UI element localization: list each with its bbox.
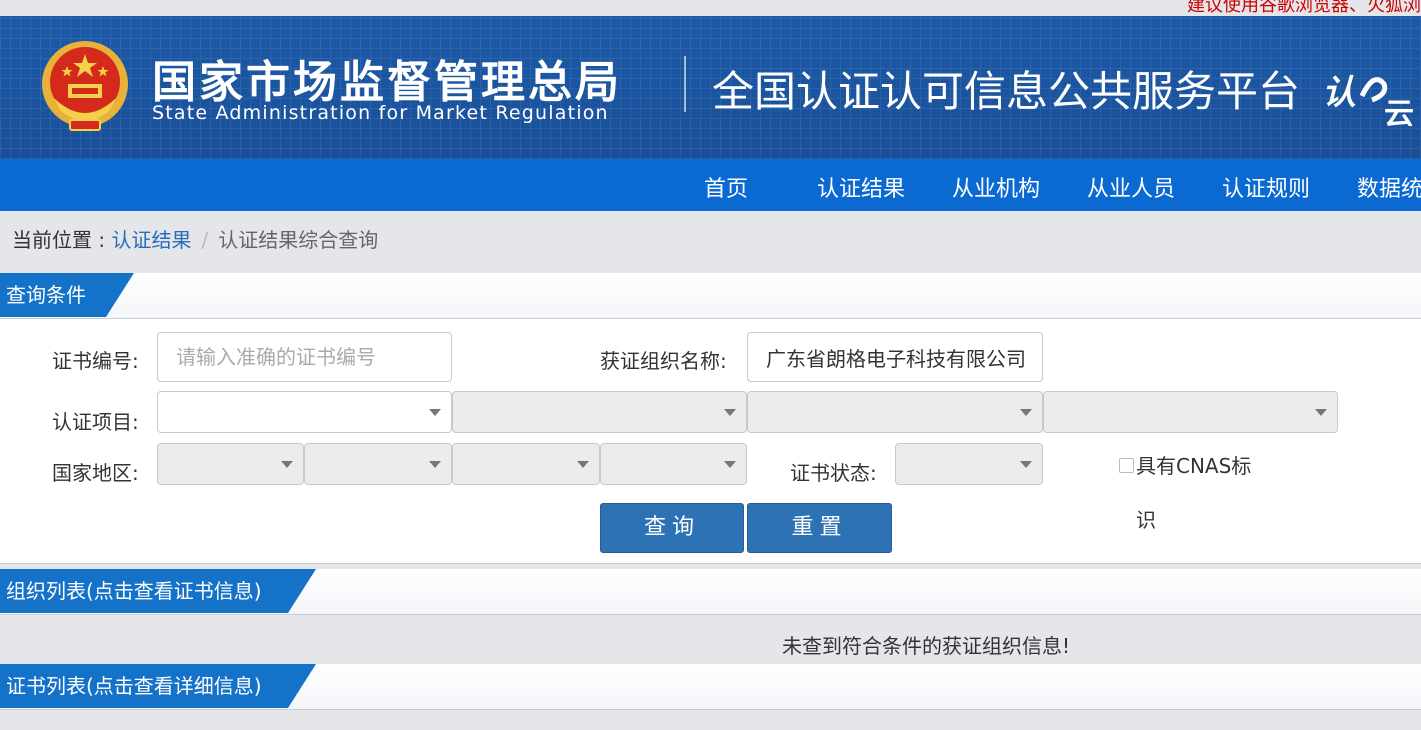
region-select-3[interactable] [452, 443, 600, 485]
chevron-down-icon [429, 461, 441, 468]
query-section-header: 查询条件 [0, 273, 1421, 319]
platform-title: 全国认证认可信息公共服务平台 [712, 67, 1301, 116]
chevron-down-icon [281, 461, 293, 468]
national-emblem-icon [42, 41, 128, 131]
cert-item-label: 认证项目: [52, 410, 139, 434]
chevron-down-icon [577, 461, 589, 468]
chevron-down-icon [429, 409, 441, 416]
breadcrumb-current: 认证结果综合查询 [218, 228, 379, 252]
svg-text:云: 云 [1384, 97, 1414, 126]
cnas-label: 具有CNAS标识 [1136, 454, 1252, 532]
chevron-down-icon [1020, 461, 1032, 468]
cert-no-label: 证书编号: [52, 349, 139, 373]
chevron-down-icon [724, 409, 736, 416]
chevron-down-icon [1315, 409, 1327, 416]
region-select-4[interactable] [600, 443, 747, 485]
search-button[interactable]: 查询 [600, 503, 744, 553]
agency-name-cn: 国家市场监督管理总局 [152, 57, 622, 108]
banner-divider [684, 56, 686, 112]
browser-notice: 建议使用谷歌浏览器、火狐浏 [1187, 0, 1421, 16]
org-name-label: 获证组织名称: [600, 349, 727, 373]
svg-text:认: 认 [1322, 73, 1356, 113]
site-banner: 国家市场监督管理总局 State Administration for Mark… [0, 16, 1421, 159]
cert-list-section-header: 证书列表(点击查看详细信息) [0, 664, 1421, 710]
cert-item-select-4[interactable] [1043, 391, 1338, 433]
org-list-section-header: 组织列表(点击查看证书信息) [0, 569, 1421, 615]
region-label: 国家地区: [52, 461, 139, 485]
nav-item-cert-results[interactable]: 认证结果 [817, 171, 905, 203]
cert-item-select-3[interactable] [747, 391, 1043, 433]
query-panel: 证书编号: 获证组织名称: 认证项目: 国家地区: 证书状态: 具有CNAS标识… [0, 319, 1421, 564]
cert-no-input[interactable] [157, 332, 452, 382]
reset-button[interactable]: 重置 [747, 503, 892, 553]
cert-status-label: 证书状态: [790, 461, 877, 485]
org-name-input[interactable] [747, 332, 1043, 382]
renyun-logo-icon: 认 云 [1322, 73, 1414, 126]
main-nav: 首页 认证结果 从业机构 从业人员 认证规则 数据统 [0, 159, 1421, 211]
org-list-empty-row: 未查到符合条件的获证组织信息! [0, 622, 1421, 664]
breadcrumb-link-cert-results[interactable]: 认证结果 [111, 228, 191, 252]
breadcrumb-prefix: 当前位置 : [12, 228, 112, 252]
breadcrumb: 当前位置 : 认证结果 / 认证结果综合查询 [12, 224, 378, 253]
nav-item-home[interactable]: 首页 [704, 171, 748, 203]
chevron-down-icon [724, 461, 736, 468]
breadcrumb-separator: / [201, 228, 209, 252]
cert-item-select-2[interactable] [452, 391, 747, 433]
nav-item-cert-rules[interactable]: 认证规则 [1222, 171, 1310, 203]
cert-status-select[interactable] [895, 443, 1043, 485]
nav-item-personnel[interactable]: 从业人员 [1087, 171, 1175, 203]
chevron-down-icon [1020, 409, 1032, 416]
query-section-title: 查询条件 [0, 273, 134, 317]
region-select-2[interactable] [304, 443, 452, 485]
nav-item-institutions[interactable]: 从业机构 [952, 171, 1040, 203]
agency-name-en: State Administration for Market Regulati… [152, 102, 609, 124]
top-notice-bar: 建议使用谷歌浏览器、火狐浏 [0, 0, 1421, 16]
cert-item-select-1[interactable] [157, 391, 452, 433]
empty-result-message: 未查到符合条件的获证组织信息! [782, 634, 1071, 658]
cert-list-section-title: 证书列表(点击查看详细信息) [0, 664, 316, 708]
cnas-checkbox[interactable] [1119, 458, 1134, 473]
region-select-1[interactable] [157, 443, 304, 485]
nav-item-statistics[interactable]: 数据统 [1357, 171, 1421, 203]
org-list-section-title: 组织列表(点击查看证书信息) [0, 569, 316, 613]
